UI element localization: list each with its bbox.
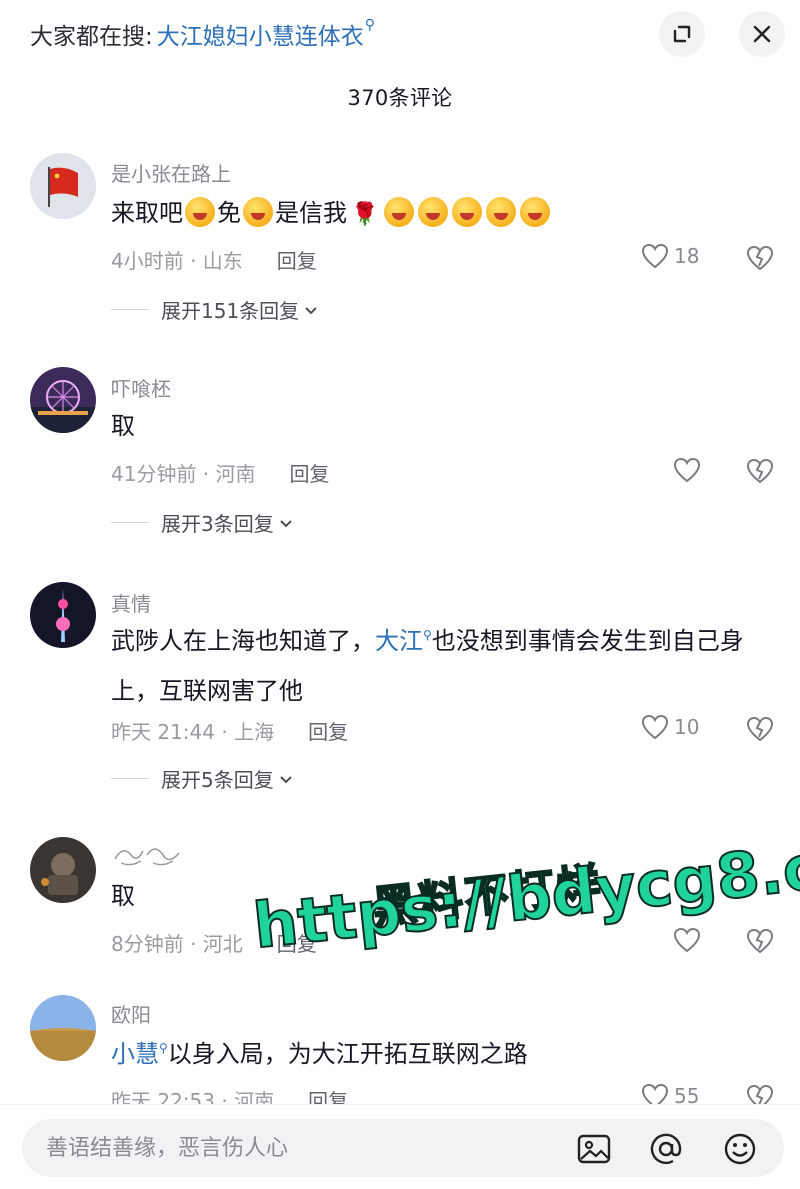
like-count: 10 [674, 715, 700, 739]
comment-time-location: 昨天 21:44 · 上海 [111, 720, 275, 744]
avatar[interactable] [30, 995, 96, 1061]
dislike-button[interactable] [744, 457, 776, 489]
avatar[interactable] [30, 837, 96, 903]
avatar[interactable] [30, 367, 96, 433]
dislike-button[interactable] [744, 927, 776, 959]
close-icon [753, 25, 771, 43]
comment-text-part: 以身入局，为大江开拓互联网之路 [167, 1040, 528, 1068]
comment-username[interactable]: 真情 [111, 588, 151, 617]
divider-line [111, 309, 149, 310]
flag-avatar-image [30, 153, 96, 219]
at-icon [650, 1133, 682, 1165]
comment-username[interactable]: 是小张在路上 [111, 158, 231, 187]
comment-count: 370条评论 [347, 86, 453, 110]
watermark-url: https://bdycg8.com [249, 818, 800, 963]
comment-text-part: 武陟人在上海也知道了， [111, 627, 375, 655]
heart-icon [673, 927, 701, 953]
expand-replies-label: 展开5条回复 [161, 768, 274, 792]
comments-screen: 大家都在搜: 大江媳妇小慧连体衣 ⚲ 370条评论 是小张在路上 来取吧 免 是信我… [0, 0, 800, 1189]
comment-text-part: 是信我 [275, 199, 347, 227]
comment-text: 小慧⚲以身入局，为大江开拓互联网之路 [111, 1031, 781, 1081]
like-count: 18 [674, 244, 700, 268]
chevron-down-icon [305, 306, 317, 314]
comment-time-location: 4小时前 · 山东 [111, 249, 243, 273]
reply-button[interactable]: 回复 [290, 458, 330, 487]
laughing-emoji [418, 197, 449, 227]
topic-tag-link[interactable]: 小慧 [111, 1040, 159, 1068]
laughing-emoji [486, 197, 517, 227]
broken-heart-icon [746, 245, 774, 271]
comment-text: 武陟人在上海也知道了，大江⚲也没想到事情会发生到自己身上，互联网害了他 [111, 618, 781, 714]
search-icon: ⚲ [364, 17, 376, 33]
expand-button[interactable] [659, 11, 705, 57]
image-button[interactable] [576, 1131, 612, 1167]
laughing-emoji [520, 197, 551, 227]
broken-heart-icon [746, 716, 774, 742]
comment-meta: 昨天 21:44 · 上海 回复 [111, 716, 348, 745]
search-prefix: 大家都在搜: [30, 24, 153, 50]
laughing-emoji [185, 197, 215, 227]
chevron-down-icon [280, 519, 292, 527]
laughing-emoji [243, 197, 273, 227]
avatar[interactable] [30, 582, 96, 648]
image-icon [577, 1134, 611, 1164]
comment-meta: 4小时前 · 山东 回复 [111, 245, 317, 274]
chevron-down-icon [280, 775, 292, 783]
mech-avatar-image [30, 837, 96, 903]
comment-text: 来取吧 免 是信我 🌹 [111, 190, 781, 238]
divider-line [111, 778, 149, 779]
emoji-button[interactable] [722, 1131, 758, 1167]
rose-emoji: 🌹 [351, 202, 379, 227]
broken-heart-icon [746, 458, 774, 484]
dislike-button[interactable] [744, 715, 776, 747]
heart-icon [641, 243, 669, 269]
search-term-link[interactable]: 大江媳妇小慧连体衣 [157, 17, 364, 51]
comment-input-bar [0, 1104, 800, 1189]
comment-text-part: 来取吧 [111, 199, 183, 227]
like-button[interactable] [672, 456, 706, 484]
emoji-icon [724, 1133, 756, 1165]
expand-replies[interactable]: 展开5条回复 [111, 764, 294, 793]
dislike-button[interactable] [744, 244, 776, 276]
heart-icon [673, 457, 701, 483]
expand-replies[interactable]: 展开3条回复 [111, 508, 294, 537]
landscape-avatar-image [30, 995, 96, 1061]
mention-button[interactable] [648, 1131, 684, 1167]
tower-avatar-image [30, 582, 96, 648]
search-icon: ⚲ [159, 1041, 168, 1055]
expand-icon [673, 25, 691, 43]
broken-heart-icon [746, 928, 774, 954]
avatar[interactable] [30, 153, 96, 219]
topic-tag-link[interactable]: 大江 [375, 627, 423, 655]
heart-icon [641, 714, 669, 740]
ferris-wheel-avatar-image [30, 367, 96, 433]
reply-button[interactable]: 回复 [277, 245, 317, 274]
expand-replies[interactable]: 展开151条回复 [111, 295, 319, 324]
comment-time-location: 41分钟前 · 河南 [111, 462, 256, 486]
search-icon: ⚲ [423, 628, 432, 642]
comment-username[interactable]: 吓喰柸 [111, 373, 171, 402]
comment-text: 取 [111, 412, 135, 440]
laughing-emoji [384, 197, 415, 227]
like-button[interactable] [672, 926, 706, 954]
expand-replies-label: 展开151条回复 [161, 299, 300, 323]
reply-button[interactable]: 回复 [308, 716, 348, 745]
decorative-username-glyph [114, 848, 180, 866]
comment-time-location: 8分钟前 · 河北 [111, 932, 243, 956]
expand-replies-label: 展开3条回复 [161, 512, 274, 536]
trending-search[interactable]: 大家都在搜: 大江媳妇小慧连体衣 ⚲ [30, 14, 375, 54]
laughing-emoji [452, 197, 483, 227]
divider-line [111, 522, 149, 523]
comment-text-part: 免 [217, 199, 241, 227]
like-button[interactable]: 10 [640, 713, 699, 741]
comment-meta: 41分钟前 · 河南 回复 [111, 458, 330, 487]
close-button[interactable] [739, 11, 785, 57]
comment-username[interactable]: 欧阳 [111, 999, 151, 1028]
like-button[interactable]: 18 [640, 242, 699, 270]
